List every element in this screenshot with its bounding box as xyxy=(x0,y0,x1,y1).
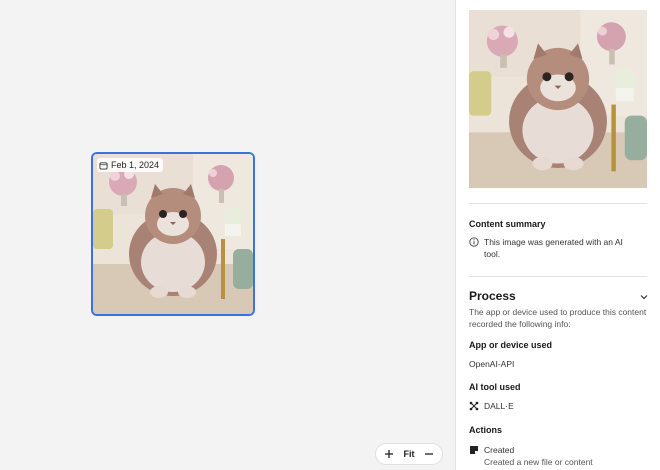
process-description-line-1: The app or device used to produce this c… xyxy=(469,307,647,317)
cat-image xyxy=(93,154,253,314)
divider xyxy=(469,203,647,204)
plus-icon xyxy=(385,450,393,458)
app-device-label: App or device used xyxy=(469,340,553,350)
ai-tool-label: AI tool used xyxy=(469,382,521,392)
content-summary-line-2: tool. xyxy=(484,249,501,259)
action-title: Created xyxy=(484,445,515,455)
app-device-value: OpenAI-API xyxy=(469,359,515,369)
cat-preview-image xyxy=(469,10,647,188)
date-text: Feb 1, 2024 xyxy=(111,160,160,170)
process-description-line-2: recorded the following info: xyxy=(469,319,571,329)
content-summary-title: Content summary xyxy=(469,219,546,229)
zoom-in-button[interactable] xyxy=(382,447,396,461)
divider xyxy=(469,276,647,277)
ai-tool-row: DALL·E xyxy=(469,400,514,412)
process-title: Process xyxy=(469,289,516,303)
action-item: Created Created a new file or content xyxy=(469,444,593,468)
action-description: Created a new file or content xyxy=(484,457,593,467)
actions-label: Actions xyxy=(469,425,503,435)
details-panel: Content summary This image was generated… xyxy=(455,0,660,470)
image-thumbnail[interactable]: Feb 1, 2024 xyxy=(91,152,255,316)
zoom-out-button[interactable] xyxy=(422,447,436,461)
image-preview xyxy=(469,10,647,188)
minus-icon xyxy=(425,453,433,455)
dalle-icon xyxy=(469,401,479,411)
calendar-icon xyxy=(99,161,108,170)
content-summary-row: This image was generated with an AI tool… xyxy=(469,236,623,260)
chevron-down-icon[interactable] xyxy=(639,292,649,302)
created-icon xyxy=(470,446,478,454)
content-summary-line-1: This image was generated with an AI xyxy=(484,237,623,247)
ai-tool-value: DALL·E xyxy=(484,401,514,411)
canvas-area: Feb 1, 2024 Fit xyxy=(0,0,455,470)
zoom-controls: Fit xyxy=(376,444,442,464)
date-badge: Feb 1, 2024 xyxy=(97,158,164,172)
info-icon xyxy=(469,237,479,247)
fit-button[interactable]: Fit xyxy=(404,449,415,459)
process-description: The app or device used to produce this c… xyxy=(469,306,646,330)
